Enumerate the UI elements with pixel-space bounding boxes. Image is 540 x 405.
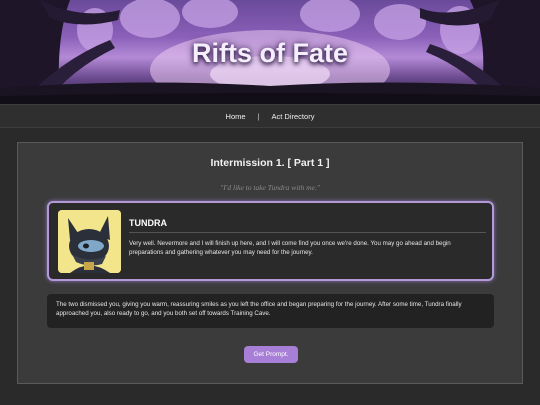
nav-separator: | [257, 111, 260, 121]
get-prompt-button[interactable]: Get Prompt. [244, 346, 298, 363]
header-banner: Rifts of Fate [0, 0, 540, 104]
character-name: TUNDRA [129, 218, 167, 228]
name-divider [129, 232, 486, 233]
nav-link-home[interactable]: Home [226, 112, 246, 121]
narration-text: The two dismissed you, giving you warm, … [47, 294, 494, 328]
nav-link-act-directory[interactable]: Act Directory [272, 112, 315, 121]
character-dialogue: Very well. Nevermore and I will finish u… [129, 240, 451, 257]
choice-quote: "I'd like to take Tundra with me." [220, 183, 320, 192]
tundra-portrait-icon [58, 210, 121, 273]
scene-title: Intermission 1. [ Part 1 ] [210, 157, 330, 169]
site-title: Rifts of Fate [191, 38, 348, 68]
top-nav: Home | Act Directory [0, 104, 540, 128]
character-dialogue-card: TUNDRA Very well. Nevermore and I will f… [47, 201, 494, 281]
story-panel: Intermission 1. [ Part 1 ] "I'd like to … [17, 142, 523, 384]
